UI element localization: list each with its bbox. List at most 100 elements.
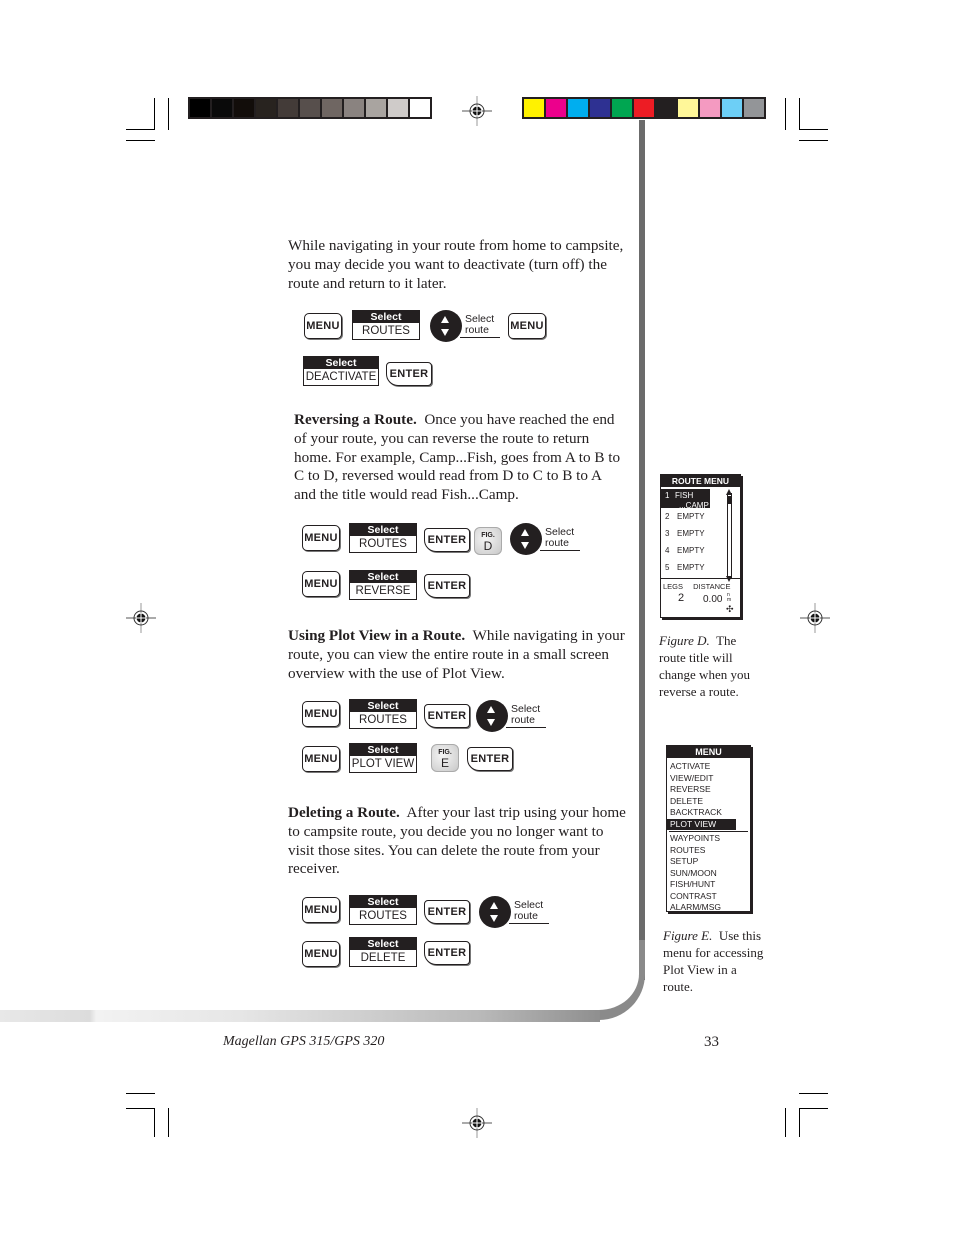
menu-key[interactable]: MENU <box>508 313 546 339</box>
menu-key[interactable]: MENU <box>302 941 340 967</box>
deleting-paragraph: Deleting a Route. After your last trip u… <box>288 804 628 879</box>
menu-item[interactable]: CONTRAST <box>667 891 750 903</box>
enter-key[interactable]: ENTER <box>424 900 470 924</box>
gray-swatch <box>344 99 364 117</box>
menu-key[interactable]: MENU <box>302 701 340 727</box>
scrollbar[interactable] <box>726 489 732 582</box>
registration-target-icon <box>800 603 830 633</box>
select-label: Select <box>353 311 419 323</box>
enter-key[interactable]: ENTER <box>386 362 432 386</box>
scroll-up-arrow-icon <box>726 489 732 495</box>
menu-item[interactable]: DELETE <box>667 796 750 808</box>
page-frame-corner <box>560 940 645 1020</box>
select-value: ROUTES <box>359 538 407 550</box>
gray-swatch <box>190 99 210 117</box>
menu-key[interactable]: MENU <box>304 313 342 339</box>
color-calibration-bar <box>522 97 766 119</box>
route-name: EMPTY <box>677 512 705 521</box>
select-value: ROUTES <box>359 714 407 726</box>
select-reverse-step: Select REVERSE <box>349 570 417 600</box>
select-route-rocker[interactable]: Select route <box>479 896 550 928</box>
page-number: 33 <box>704 1034 719 1050</box>
route-name: FISH <box>675 491 694 500</box>
rocker-label-line2: route <box>514 910 538 922</box>
color-swatch <box>700 99 720 117</box>
reversing-paragraph: Reversing a Route. Once you have reached… <box>294 411 624 505</box>
menu-key[interactable]: MENU <box>302 571 340 597</box>
plot-view-paragraph: Using Plot View in a Route. While naviga… <box>288 627 628 683</box>
scrollbar-thumb <box>728 496 731 504</box>
menu-item[interactable]: REVERSE <box>667 784 750 796</box>
select-label: Select <box>350 700 416 712</box>
section-heading: Using Plot View in a Route. <box>288 627 466 644</box>
color-swatch <box>546 99 566 117</box>
gray-swatch <box>212 99 232 117</box>
route-name: EMPTY <box>677 563 705 572</box>
select-label: Select <box>350 896 416 908</box>
page-frame-right-edge <box>639 120 645 980</box>
gps-position-icon: ✣ <box>726 604 734 614</box>
gray-swatch <box>278 99 298 117</box>
fig-letter: E <box>440 756 449 770</box>
menu-item[interactable]: ACTIVATE <box>667 761 750 773</box>
figure-e-reference: FIG. E <box>431 744 459 772</box>
route-number: 3 <box>665 529 670 538</box>
route-number: 2 <box>665 512 670 521</box>
select-routes-step: Select ROUTES <box>349 699 417 729</box>
select-route-rocker[interactable]: Select route <box>430 310 501 342</box>
route-name: EMPTY <box>677 529 705 538</box>
section-heading: Reversing a Route. <box>294 411 417 428</box>
gray-swatch <box>388 99 408 117</box>
menu-item[interactable]: WAYPOINTS <box>667 833 750 845</box>
route-number: 4 <box>665 546 670 555</box>
select-route-rocker[interactable]: Select route <box>476 700 547 732</box>
footer-product-name: Magellan GPS 315/GPS 320 <box>223 1034 385 1049</box>
distance-unit: n m <box>727 593 731 603</box>
enter-key[interactable]: ENTER <box>424 704 470 728</box>
route-number: 1 <box>665 491 670 500</box>
registration-target-icon <box>462 96 492 126</box>
menu-item[interactable]: ROUTES <box>667 845 750 857</box>
gray-swatch <box>366 99 386 117</box>
page-frame-bottom-edge <box>0 1010 600 1022</box>
select-delete-step: Select DELETE <box>349 937 417 967</box>
menu-key[interactable]: MENU <box>302 525 340 551</box>
route-list-item-selected[interactable]: 1 FISH ...CAMP <box>661 489 710 510</box>
figure-d-caption: Figure D. The route title will change wh… <box>659 632 759 700</box>
menu-item[interactable]: BACKTRACK <box>667 807 750 819</box>
select-label: Select <box>350 571 416 583</box>
caption-label: Figure D. <box>659 633 710 648</box>
enter-key[interactable]: ENTER <box>424 941 470 965</box>
main-menu-screen: MENU ACTIVATE VIEW/EDIT REVERSE DELETE BACKT… <box>666 745 751 912</box>
rocker-label-line2: route <box>511 714 535 726</box>
intro-paragraph: While navigating in your route from home… <box>288 237 624 292</box>
select-value: ROUTES <box>359 910 407 922</box>
select-route-rocker[interactable]: Select route <box>510 523 581 555</box>
distance-label: DISTANCE <box>693 582 731 591</box>
menu-item[interactable]: FISH/HUNT <box>667 879 750 891</box>
caption-label: Figure E. <box>663 928 713 943</box>
route-options-list: ACTIVATE VIEW/EDIT REVERSE DELETE BACKTRACK P… <box>667 758 750 830</box>
menu-key[interactable]: MENU <box>302 746 340 772</box>
menu-item[interactable]: SUN/MOON <box>667 868 750 880</box>
up-down-arrow-pad-icon <box>510 523 542 555</box>
menu-item[interactable]: SETUP <box>667 856 750 868</box>
color-swatch <box>524 99 544 117</box>
gray-swatch <box>322 99 342 117</box>
select-value: DEACTIVATE <box>305 371 377 383</box>
route-menu-screen: ROUTE MENU 1 FISH ...CAMP 2 EMPTY 3 EMPTY 4… <box>660 474 741 618</box>
select-routes-step: Select ROUTES <box>349 895 417 925</box>
enter-key[interactable]: ENTER <box>424 528 470 552</box>
fig-letter: D <box>483 539 493 553</box>
menu-item[interactable]: ALARM/MSG <box>667 902 750 914</box>
select-routes-step: Select ROUTES <box>352 310 420 340</box>
rocker-label-line2: route <box>465 324 489 336</box>
menu-item[interactable]: VIEW/EDIT <box>667 773 750 785</box>
enter-key[interactable]: ENTER <box>424 574 470 598</box>
enter-key[interactable]: ENTER <box>467 747 513 771</box>
color-swatch <box>612 99 632 117</box>
menu-key[interactable]: MENU <box>302 897 340 923</box>
section-heading: Deleting a Route. <box>288 804 400 821</box>
menu-item-selected[interactable]: PLOT VIEW <box>667 818 736 830</box>
gray-calibration-bar <box>188 97 432 119</box>
